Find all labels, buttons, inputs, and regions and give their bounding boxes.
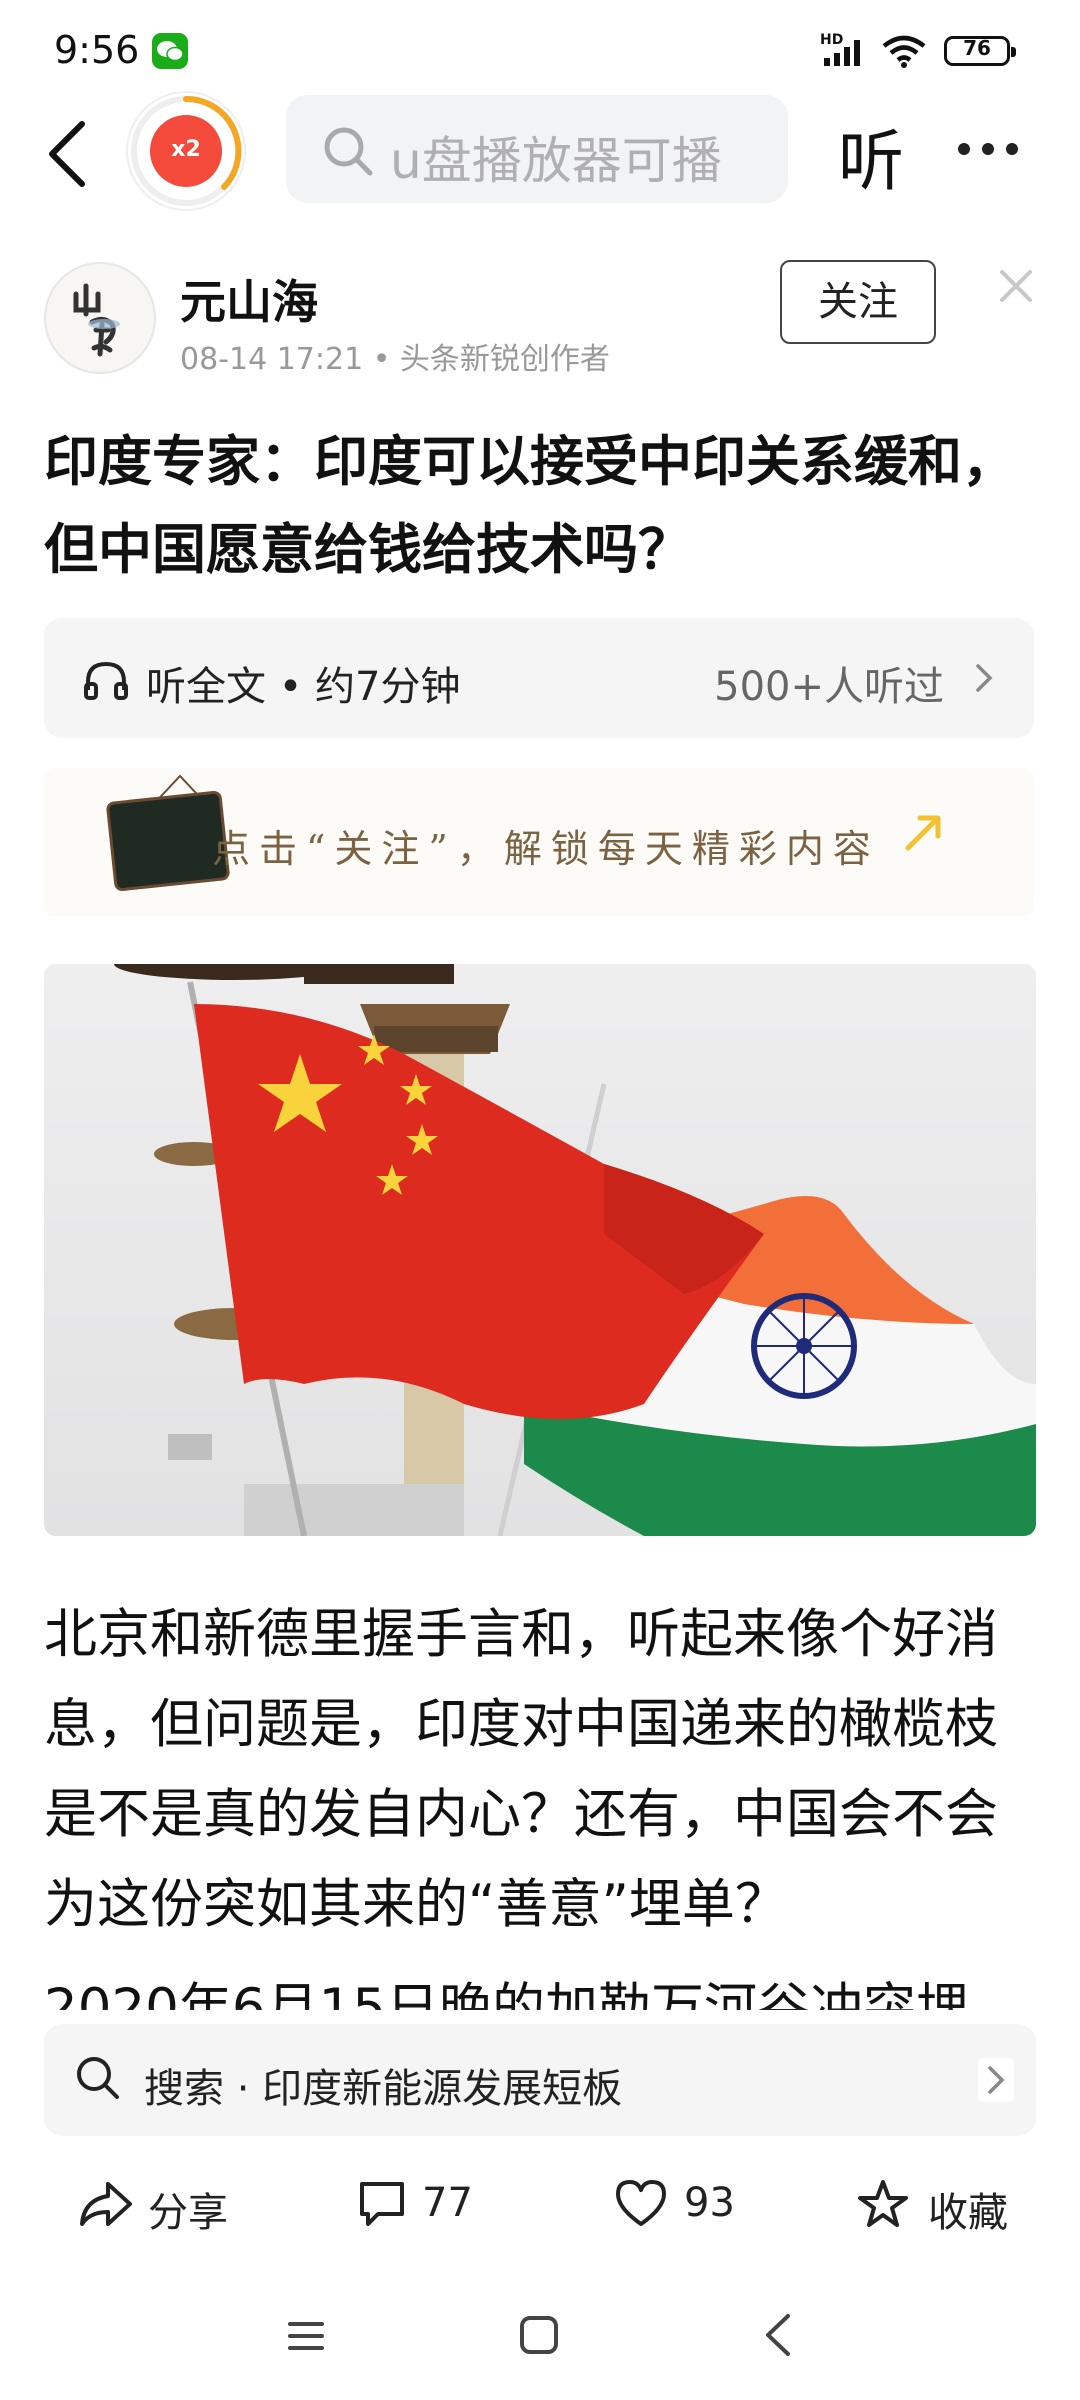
back-button[interactable] — [42, 118, 102, 190]
search-icon — [77, 2057, 119, 2099]
collect-label: 收藏 — [928, 2190, 1008, 2236]
heart-icon — [616, 2180, 666, 2226]
article-paragraph: 北京和新德里握手言和，听起来像个好消息，但问题是，印度对中国递来的橄榄枝是不是真… — [44, 1604, 998, 1935]
follow-promo-banner[interactable]: 点击“关注”，解锁每天精彩内容 — [44, 768, 1034, 916]
search-input[interactable]: u盘播放器可播 — [286, 95, 788, 203]
comment-button[interactable]: 77 — [356, 2172, 496, 2242]
article-paragraph: 2020年6月15日晚的加勒万河谷冲突埋 — [44, 1978, 970, 2010]
article-body: 北京和新德里握手言和，听起来像个好消息，但问题是，印度对中国递来的橄榄枝是不是真… — [44, 1590, 1044, 2010]
reward-badge[interactable]: x2 — [128, 93, 244, 209]
suggested-search-bar[interactable]: 搜索 · 印度新能源发展短板 — [44, 2024, 1036, 2136]
listeners-count: 500+人听过 — [714, 664, 944, 710]
battery-icon: 76 — [944, 36, 1016, 66]
author-meta: 08-14 17:21 • 头条新锐创作者 — [180, 342, 610, 377]
back-triangle-icon — [766, 2314, 790, 2356]
article-title: 印度专家：印度可以接受中印关系缓和，但中国愿意给钱给技术吗？ — [44, 430, 1016, 581]
collect-button[interactable]: 收藏 — [856, 2172, 1026, 2242]
author-name[interactable]: 元山海 — [180, 266, 318, 332]
suggested-search-text: 搜索 · 印度新能源发展短板 — [144, 2066, 623, 2112]
status-bar: 9:56 HD 76 — [0, 0, 1080, 100]
search-placeholder: u盘播放器可播 — [390, 132, 722, 190]
status-time: 9:56 — [54, 28, 140, 72]
nav-recent-apps-button[interactable] — [286, 2316, 326, 2356]
listen-full-text-label: 听全文 • 约7分钟 — [146, 664, 461, 710]
like-button[interactable]: 93 — [614, 2172, 754, 2242]
share-button[interactable]: 分享 — [78, 2172, 238, 2242]
reward-multiplier: x2 — [171, 137, 201, 162]
comment-count: 77 — [422, 2180, 473, 2226]
comment-icon — [360, 2182, 404, 2226]
more-icon[interactable] — [958, 140, 1030, 160]
signal-icon — [824, 40, 860, 66]
avatar-calligraphy-icon — [73, 283, 120, 357]
home-square-icon — [520, 2316, 558, 2354]
menu-icon — [288, 2322, 324, 2350]
share-label: 分享 — [148, 2190, 228, 2236]
chevron-right-icon — [976, 664, 993, 692]
chevron-right-icon — [978, 2058, 1014, 2102]
battery-level: 76 — [963, 36, 991, 60]
star-icon — [858, 2180, 908, 2227]
listen-button[interactable]: 听 — [838, 108, 904, 204]
back-arrow-icon — [49, 121, 85, 187]
arrow-icon — [905, 815, 941, 851]
banner-text: 点击“关注”，解锁每天精彩内容 — [212, 827, 880, 871]
search-icon — [324, 127, 373, 176]
nav-back-button[interactable] — [760, 2312, 796, 2358]
like-count: 93 — [684, 2180, 735, 2226]
nav-home-button[interactable] — [518, 2314, 560, 2356]
avatar[interactable] — [44, 262, 156, 374]
china-india-flags-image — [44, 964, 1036, 1536]
wifi-icon — [882, 35, 926, 68]
share-icon — [80, 2182, 132, 2226]
red-envelope-icon: x2 — [150, 115, 222, 187]
headphone-icon — [84, 661, 128, 700]
listen-full-text-bar[interactable]: 听全文 • 约7分钟 500+人听过 — [44, 618, 1034, 738]
close-icon[interactable] — [996, 266, 1036, 306]
follow-button[interactable]: 关注 — [780, 260, 936, 344]
article-image[interactable] — [44, 964, 1036, 1536]
wechat-icon — [152, 33, 188, 69]
